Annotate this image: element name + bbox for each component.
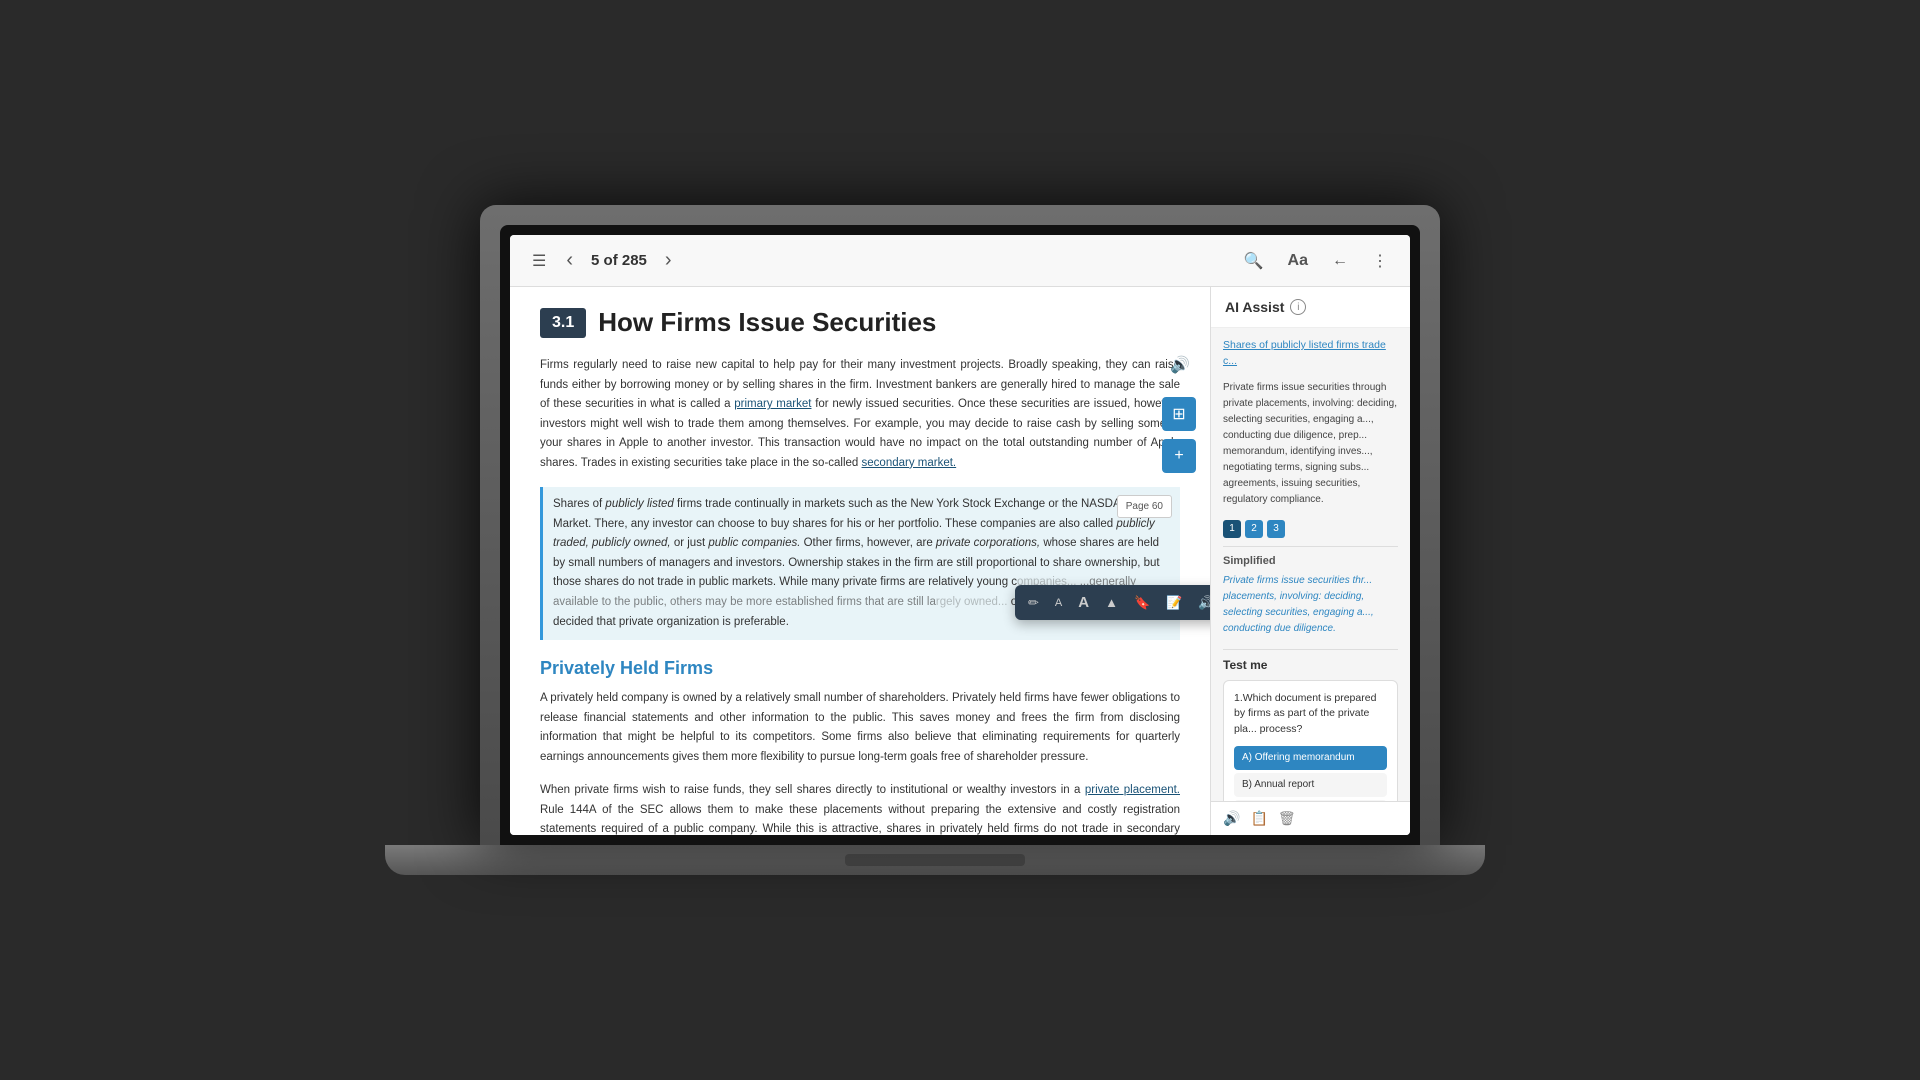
section-title: Privately Held Firms xyxy=(540,658,1180,679)
prev-page-button[interactable]: ‹ xyxy=(560,243,579,278)
laptop-base xyxy=(385,845,1485,875)
card-icon-1: ⊞ xyxy=(1172,404,1185,424)
page-tag: Page 60 xyxy=(1117,495,1172,518)
note-icon: 📝 xyxy=(1166,595,1182,611)
chapter-number: 3.1 xyxy=(540,308,586,338)
chapter-header: 3.1 How Firms Issue Securities xyxy=(540,307,1180,338)
laptop-trackpad xyxy=(845,854,1025,866)
answer-option-a[interactable]: A) Offering memorandum xyxy=(1234,746,1387,770)
card-icon-2: + xyxy=(1174,447,1183,465)
top-navigation-bar: ☰ ‹ 5 of 285 › 🔍 xyxy=(510,235,1410,287)
ai-simplified-text: Private firms issue securities thr... pl… xyxy=(1223,573,1398,637)
pen-toolbar-button[interactable]: ✏ xyxy=(1023,591,1044,615)
ai-delete-button[interactable]: 🗑 xyxy=(1278,810,1296,827)
ai-copy-button[interactable]: 📋 xyxy=(1250,810,1267,827)
search-icon: 🔍 xyxy=(1244,251,1264,271)
font-small-toolbar-button[interactable]: A xyxy=(1050,593,1067,613)
answer-option-b[interactable]: B) Annual report xyxy=(1234,773,1387,797)
note-toolbar-button[interactable]: 📝 xyxy=(1161,591,1187,615)
floating-toolbar: ✏ A A ▲ xyxy=(1015,585,1210,620)
highlight-icon: ▲ xyxy=(1105,595,1118,610)
paragraph-1: Firms regularly need to raise new capita… xyxy=(540,356,1180,473)
search-button[interactable]: 🔍 xyxy=(1238,245,1270,277)
ai-panel-footer: 🔊 📋 🗑 xyxy=(1211,801,1410,835)
back-button[interactable]: ← xyxy=(1326,246,1354,276)
next-icon: › xyxy=(665,249,672,272)
answer-label-b: B) Annual report xyxy=(1242,778,1314,792)
bookmark-icon: 🔖 xyxy=(1134,595,1150,611)
paragraph-2: A privately held company is owned by a r… xyxy=(540,689,1180,767)
chapter-title: How Firms Issue Securities xyxy=(598,307,936,338)
answer-label-a: A) Offering memorandum xyxy=(1242,751,1355,765)
back-icon: ← xyxy=(1332,252,1348,270)
font-large-icon: A xyxy=(1078,594,1089,611)
more-icon: ⋮ xyxy=(1372,251,1388,271)
font-button[interactable]: Aa xyxy=(1282,246,1314,276)
card-button-1[interactable]: ⊞ xyxy=(1162,397,1196,431)
ai-panel-title: AI Assist xyxy=(1225,299,1284,315)
ai-highlight-link[interactable]: Shares of publicly listed firms trade c.… xyxy=(1223,338,1398,370)
page-counter: 5 of 285 xyxy=(591,252,647,269)
font-small-icon: A xyxy=(1055,597,1062,609)
next-page-button[interactable]: › xyxy=(659,243,678,278)
highlight-toolbar-button[interactable]: ▲ xyxy=(1100,591,1123,614)
num-tab-2[interactable]: 2 xyxy=(1245,520,1263,538)
ai-number-tabs: 1 2 3 xyxy=(1223,520,1398,538)
ai-audio-button[interactable]: 🔊 xyxy=(1223,810,1240,827)
menu-button[interactable]: ☰ xyxy=(526,245,552,277)
ai-divider-2 xyxy=(1223,649,1398,650)
ai-question-card: 1.Which document is prepared by firms as… xyxy=(1223,680,1398,802)
private-placement-link[interactable]: private placement. xyxy=(1085,784,1180,796)
num-tab-1[interactable]: 1 xyxy=(1223,520,1241,538)
secondary-market-link[interactable]: secondary market. xyxy=(862,457,957,469)
pen-icon: ✏ xyxy=(1028,595,1039,611)
ai-panel-body: Shares of publicly listed firms trade c.… xyxy=(1211,328,1410,801)
primary-market-link[interactable]: primary market xyxy=(734,398,811,410)
ai-panel: AI Assist i Shares of publicly listed fi… xyxy=(1210,287,1410,835)
volume-icon[interactable]: 🔊 xyxy=(1170,355,1190,375)
document-area: 🔊 3.1 How Firms Issue Securities ⊞ xyxy=(510,287,1210,835)
font-large-toolbar-button[interactable]: A xyxy=(1073,590,1094,615)
ai-question-text: 1.Which document is prepared by firms as… xyxy=(1234,691,1387,738)
test-me-label: Test me xyxy=(1223,658,1398,672)
num-tab-3[interactable]: 3 xyxy=(1267,520,1285,538)
font-icon: Aa xyxy=(1288,252,1308,270)
paragraph-3: When private firms wish to raise funds, … xyxy=(540,781,1180,835)
trash-icon: 🗑 xyxy=(1278,810,1296,826)
simplified-label: Simplified xyxy=(1223,555,1398,567)
ai-summary-text: Private firms issue securities through p… xyxy=(1223,380,1398,508)
audio-icon: 🔊 xyxy=(1223,810,1240,826)
more-button[interactable]: ⋮ xyxy=(1366,245,1394,277)
speaker-icon: 🔊 xyxy=(1198,595,1210,611)
ai-info-icon[interactable]: i xyxy=(1290,299,1306,315)
bookmark-toolbar-button[interactable]: 🔖 xyxy=(1129,591,1155,615)
speaker-toolbar-button[interactable]: 🔊 xyxy=(1193,591,1210,615)
copy-icon: 📋 xyxy=(1250,810,1267,826)
ai-panel-header: AI Assist i xyxy=(1211,287,1410,328)
menu-icon: ☰ xyxy=(532,251,546,271)
ai-divider-1 xyxy=(1223,546,1398,547)
prev-icon: ‹ xyxy=(566,249,573,272)
card-button-2[interactable]: + xyxy=(1162,439,1196,473)
